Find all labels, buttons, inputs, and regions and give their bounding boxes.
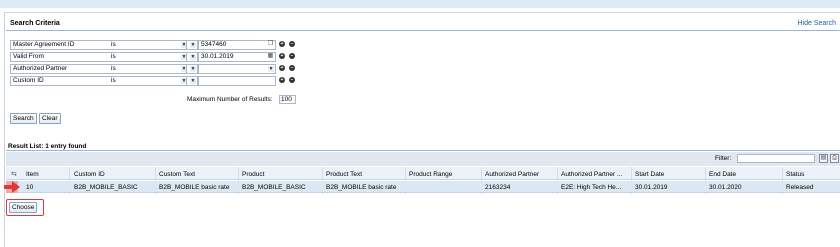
- col-header-end-date[interactable]: End Date: [709, 171, 736, 178]
- criteria-operator-select-4[interactable]: is ▼: [109, 76, 189, 86]
- criteria-op-dropdown-3[interactable]: ▼: [186, 64, 198, 74]
- choose-button[interactable]: Choose: [9, 202, 38, 213]
- add-row-icon[interactable]: +: [279, 65, 285, 71]
- criteria-value-select-3[interactable]: ▼: [198, 64, 276, 74]
- criteria-operator-select-2[interactable]: is ▼: [109, 52, 189, 62]
- criteria-field-label: Valid From: [13, 53, 44, 60]
- criteria-field-label: Custom ID: [13, 77, 44, 84]
- criteria-value-input-1[interactable]: 5347460: [198, 40, 276, 50]
- result-divider: [6, 150, 840, 151]
- col-header-product-range[interactable]: Product Range: [409, 171, 452, 178]
- top-bar: [0, 0, 840, 8]
- hide-search-link[interactable]: Hide Search: [797, 20, 836, 27]
- cell-custom-id: B2B_MOBILE_BASIC: [74, 184, 138, 191]
- criteria-operator-label: is: [111, 41, 116, 48]
- col-header-item[interactable]: Item: [26, 171, 39, 178]
- cell-status: Released: [786, 184, 814, 191]
- value-help-icon[interactable]: ❐: [267, 41, 274, 48]
- col-header-custom-id[interactable]: Custom ID: [74, 171, 105, 178]
- add-row-icon[interactable]: +: [279, 41, 285, 47]
- criteria-op-dropdown-1[interactable]: ▼: [186, 40, 198, 50]
- col-header-custom-text[interactable]: Custom Text: [159, 171, 195, 178]
- criteria-field-select-3[interactable]: Authorized Partner ▼: [10, 64, 117, 74]
- col-header-authorized-partner[interactable]: Authorized Partner: [485, 171, 539, 178]
- cell-product: B2B_MOBILE_BASIC: [242, 184, 306, 191]
- filter-label: Filter:: [715, 155, 732, 162]
- criteria-field-select-1[interactable]: Master Agreement ID ▼: [10, 40, 117, 50]
- calendar-icon[interactable]: ▦: [267, 53, 274, 60]
- chevron-down-icon: ▼: [190, 42, 196, 48]
- remove-row-icon[interactable]: −: [289, 53, 295, 59]
- add-row-icon[interactable]: +: [279, 77, 285, 83]
- chevron-down-icon: ▼: [190, 54, 196, 60]
- criteria-operator-select-1[interactable]: is ▼: [109, 40, 189, 50]
- search-criteria-title: Search Criteria: [10, 20, 60, 27]
- col-header-product-text[interactable]: Product Text: [326, 171, 362, 178]
- criteria-value-input-4[interactable]: [198, 76, 276, 86]
- chevron-down-icon: ▼: [190, 66, 196, 72]
- red-arrow-icon: [4, 181, 20, 193]
- print-icon[interactable]: ⎙: [830, 154, 839, 163]
- col-header-product[interactable]: Product: [242, 171, 264, 178]
- criteria-field-label: Authorized Partner: [13, 65, 68, 72]
- criteria-field-label: Master Agreement ID: [13, 41, 75, 48]
- search-criteria-header: Search Criteria Hide Search: [6, 19, 840, 31]
- cell-authorized-partner-name: E2E: High Tech He...: [561, 184, 622, 191]
- cell-end-date: 30.01.2020: [709, 184, 742, 191]
- remove-row-icon[interactable]: −: [289, 77, 295, 83]
- criteria-operator-label: is: [111, 65, 116, 72]
- max-results-label: Maximum Number of Results:: [187, 96, 273, 103]
- remove-row-icon[interactable]: −: [289, 41, 295, 47]
- export-icon[interactable]: ▤: [819, 154, 828, 163]
- cell-authorized-partner: 2163234: [485, 184, 511, 191]
- cell-item: 10: [26, 184, 34, 191]
- result-list-title: Result List: 1 entry found: [8, 143, 87, 150]
- col-header-status[interactable]: Status: [786, 171, 804, 178]
- col-header-start-date[interactable]: Start Date: [635, 171, 664, 178]
- cell-custom-text: B2B_MOBILE basic rate: [159, 184, 230, 191]
- clear-button[interactable]: Clear: [39, 113, 61, 124]
- chevron-down-icon: ▼: [268, 66, 274, 72]
- criteria-op-dropdown-4[interactable]: ▼: [186, 76, 198, 86]
- criteria-operator-select-3[interactable]: is ▼: [109, 64, 189, 74]
- col-header-authorized-partner-name[interactable]: Authorized Partner ...: [561, 171, 622, 178]
- criteria-op-dropdown-2[interactable]: ▼: [186, 52, 198, 62]
- remove-row-icon[interactable]: −: [289, 65, 295, 71]
- chevron-down-icon: ▼: [190, 78, 196, 84]
- criteria-operator-label: is: [111, 53, 116, 60]
- max-results-input[interactable]: 100: [279, 95, 296, 104]
- cell-start-date: 30.01.2019: [635, 184, 668, 191]
- criteria-field-select-4[interactable]: Custom ID ▼: [10, 76, 117, 86]
- column-settings-icon[interactable]: ⇆: [11, 170, 17, 178]
- cell-product-text: B2B_MOBILE basic rate: [326, 184, 397, 191]
- criteria-field-select-2[interactable]: Valid From ▼: [10, 52, 117, 62]
- add-row-icon[interactable]: +: [279, 53, 285, 59]
- criteria-operator-label: is: [111, 77, 116, 84]
- search-button[interactable]: Search: [10, 113, 37, 124]
- criteria-value-input-2[interactable]: 30.01.2019: [198, 52, 276, 62]
- filter-input[interactable]: [737, 154, 815, 163]
